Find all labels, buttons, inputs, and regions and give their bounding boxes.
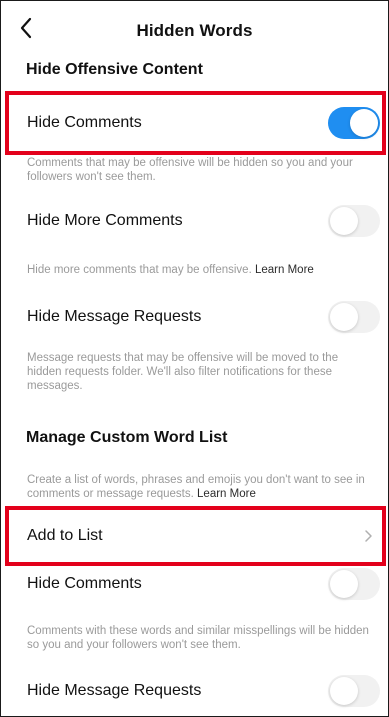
toggle-knob [330, 207, 358, 235]
custom-hide-comments-label: Hide Comments [27, 575, 142, 592]
learn-more-link[interactable]: Learn More [255, 264, 314, 276]
hide-comments-toggle[interactable] [328, 107, 380, 139]
custom-list-description-text: Create a list of words, phrases and emoj… [27, 474, 365, 500]
section-title-custom: Manage Custom Word List [26, 429, 228, 446]
screen: Hidden Words Hide Offensive Content Hide… [0, 0, 389, 717]
custom-hide-message-requests-label: Hide Message Requests [27, 682, 202, 699]
toggle-knob [350, 109, 378, 137]
learn-more-link[interactable]: Learn More [197, 488, 256, 500]
add-to-list-label: Add to List [27, 527, 103, 544]
hide-comments-row[interactable]: Hide Comments [1, 95, 388, 151]
hide-message-requests-label: Hide Message Requests [27, 308, 202, 325]
hide-message-requests-row[interactable]: Hide Message Requests [1, 289, 388, 345]
section-title-offensive: Hide Offensive Content [26, 61, 203, 78]
hide-more-comments-description: Hide more comments that may be offensive… [27, 263, 372, 277]
hide-comments-description: Comments that may be offensive will be h… [27, 157, 353, 183]
custom-hide-message-requests-toggle[interactable] [328, 675, 380, 707]
hide-more-comments-toggle[interactable] [328, 205, 380, 237]
page-title: Hidden Words [136, 21, 253, 40]
toggle-knob [330, 677, 358, 705]
hide-message-requests-description: Message requests that may be offensive w… [27, 352, 339, 392]
navigation-header: Hidden Words [1, 1, 388, 59]
hide-more-comments-label: Hide More Comments [27, 212, 183, 229]
hide-more-comments-row[interactable]: Hide More Comments [1, 193, 388, 249]
toggle-knob [330, 303, 358, 331]
toggle-knob [330, 570, 358, 598]
chevron-right-icon [365, 530, 372, 542]
custom-hide-comments-row[interactable]: Hide Comments [1, 556, 388, 612]
custom-hide-message-requests-row[interactable]: Hide Message Requests [1, 663, 388, 716]
custom-hide-comments-toggle[interactable] [328, 568, 380, 600]
hide-more-comments-description-text: Hide more comments that may be offensive… [27, 264, 252, 276]
custom-hide-comments-description: Comments with these words and similar mi… [27, 625, 369, 651]
hide-comments-label: Hide Comments [27, 114, 142, 131]
custom-list-description: Create a list of words, phrases and emoj… [27, 473, 372, 501]
hide-message-requests-toggle[interactable] [328, 301, 380, 333]
